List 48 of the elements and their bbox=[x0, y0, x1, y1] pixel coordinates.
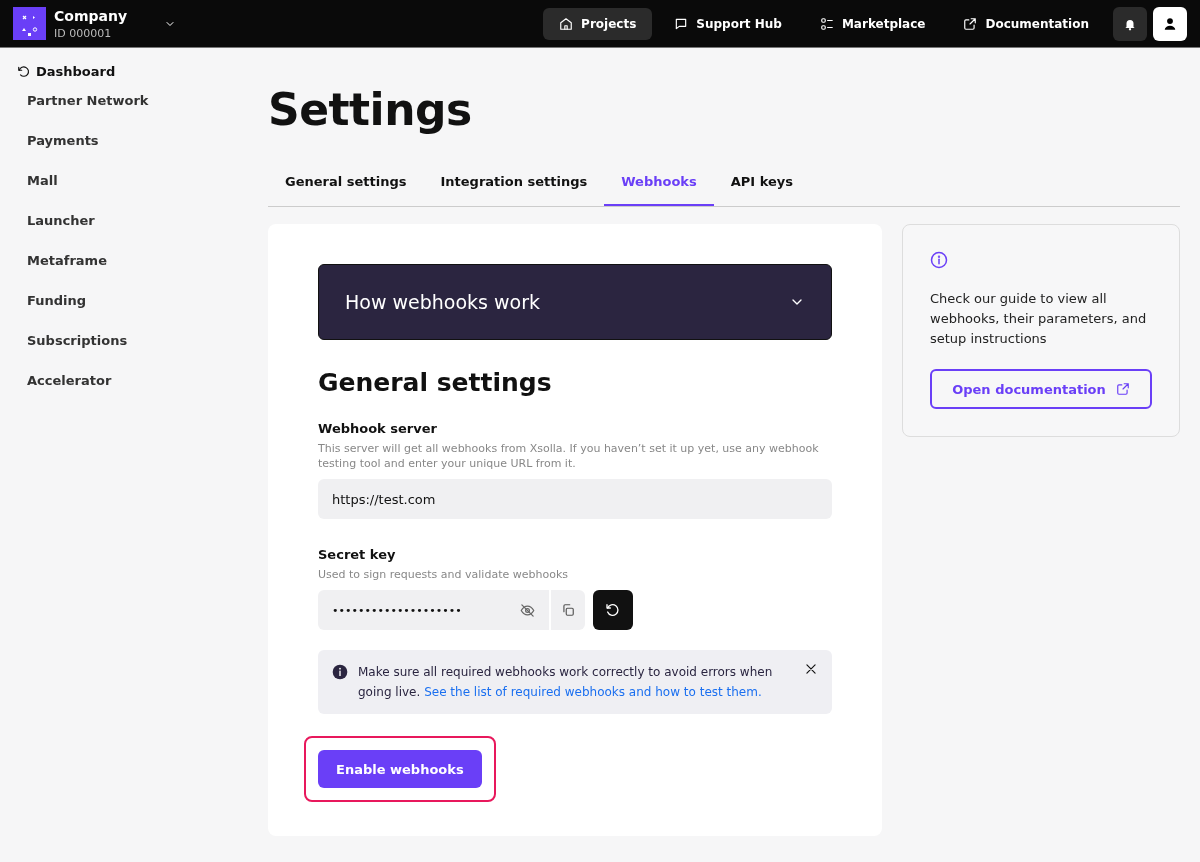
user-icon bbox=[1163, 16, 1177, 31]
copy-icon bbox=[561, 603, 575, 617]
nav-tab[interactable]: Marketplace bbox=[803, 7, 942, 40]
section-title: General settings bbox=[318, 368, 553, 397]
settings-tab[interactable]: Webhooks bbox=[604, 159, 714, 206]
required-webhooks-link[interactable]: See the list of required webhooks and how to test them. bbox=[424, 685, 762, 699]
notifications-button[interactable] bbox=[1113, 6, 1147, 41]
home-icon bbox=[559, 16, 574, 31]
settings-tab[interactable]: General settings bbox=[268, 159, 424, 206]
settings-tab[interactable]: Integration settings bbox=[423, 159, 605, 206]
notice-text: Make sure all required webhooks work correctly to avoid errors when going live. See the list of required webhooks and how to test them. bbox=[358, 664, 774, 701]
enable-webhooks-button[interactable]: Enable webhooks bbox=[318, 750, 482, 788]
list-icon bbox=[819, 16, 834, 31]
external-link-icon bbox=[1115, 382, 1130, 396]
sidebar-item[interactable]: Mall bbox=[27, 161, 58, 201]
dashboard-link[interactable]: Dashboard bbox=[16, 64, 116, 79]
sidebar-item[interactable]: Launcher bbox=[27, 201, 95, 241]
company-id: ID 000001 bbox=[54, 26, 113, 40]
field-label: Secret key bbox=[318, 547, 397, 562]
nav-tab[interactable]: Support Hub bbox=[658, 7, 798, 40]
back-arrow-icon bbox=[16, 64, 32, 79]
company-name: Company bbox=[54, 7, 129, 24]
info-icon bbox=[332, 664, 348, 680]
webhook-server-field[interactable]: https://test.com bbox=[318, 479, 832, 519]
sidebar-item[interactable]: Subscriptions bbox=[27, 321, 128, 361]
sidebar-item[interactable]: Funding bbox=[27, 281, 87, 321]
sidebar-item[interactable]: Accelerator bbox=[27, 361, 112, 401]
field-label: Webhook server bbox=[318, 421, 438, 436]
close-icon[interactable] bbox=[804, 662, 818, 676]
eye-off-icon[interactable] bbox=[520, 602, 535, 618]
nav-tab[interactable]: Documentation bbox=[947, 7, 1105, 40]
profile-button[interactable] bbox=[1153, 6, 1187, 41]
sidebar-item[interactable]: Partner Network bbox=[27, 81, 149, 121]
open-documentation-button[interactable]: Open documentation bbox=[930, 369, 1152, 409]
regenerate-button[interactable] bbox=[593, 590, 633, 630]
rotate-icon bbox=[605, 602, 621, 618]
settings-tab[interactable]: API keys bbox=[713, 159, 810, 206]
guide-text: Check our guide to view all webhooks, their parameters, and setup instructions bbox=[930, 290, 1148, 348]
field-hint: This server will get all webhooks from Xsolla. If you haven’t set it up yet, use any webhook testing tool and enter your unique URL from it. bbox=[318, 441, 820, 471]
nav-tab[interactable]: Projects bbox=[543, 7, 653, 40]
sidebar-item[interactable]: Payments bbox=[27, 121, 99, 161]
accordion-header[interactable]: How webhooks work bbox=[318, 264, 832, 340]
field-hint: Used to sign requests and validate webhooks bbox=[318, 567, 569, 582]
external-link-icon bbox=[963, 16, 978, 31]
sidebar-item[interactable]: Metaframe bbox=[27, 241, 107, 281]
chat-bubble-icon bbox=[674, 16, 689, 31]
info-icon bbox=[930, 251, 948, 269]
page-title: Settings bbox=[268, 84, 473, 135]
